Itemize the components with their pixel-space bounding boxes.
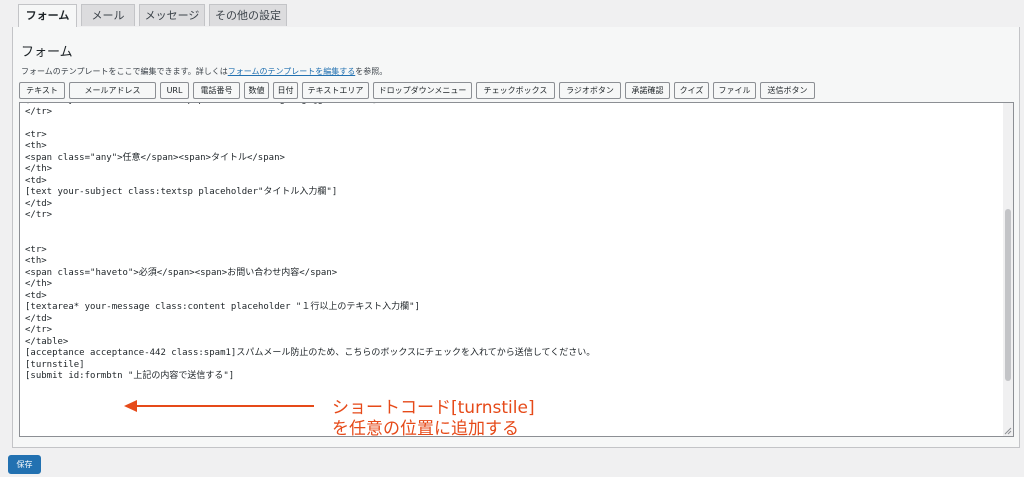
- editor-line: [text your-subject class:textsp placehol…: [25, 187, 338, 197]
- annotation-text: ショートコード[turnstile] を任意の位置に追加する: [332, 398, 535, 440]
- annotation-arrow-icon: [124, 400, 137, 412]
- annotation-arrow-line: [136, 405, 314, 407]
- tag-button-url[interactable]: URL: [160, 82, 189, 99]
- editor-line: <span class="haveto">必須</span><span>お問い合…: [25, 267, 338, 278]
- tag-button-quiz[interactable]: クイズ: [674, 82, 709, 99]
- tag-button-textarea[interactable]: テキストエリア: [302, 82, 369, 99]
- edit-template-link[interactable]: フォームのテンプレートを編集する: [228, 67, 356, 76]
- tag-button-number[interactable]: 数値: [244, 82, 269, 99]
- tag-button-submit[interactable]: 送信ボタン: [760, 82, 815, 99]
- editor-line: <td>: [25, 290, 47, 301]
- save-button[interactable]: 保存: [8, 455, 41, 474]
- tab-mail[interactable]: メール: [81, 4, 135, 26]
- editor-line: </table>: [25, 336, 69, 347]
- editor-line: </tr>: [25, 210, 53, 220]
- annotation-line-2: を任意の位置に追加する: [332, 419, 519, 439]
- editor-scrollbar[interactable]: [1003, 103, 1013, 436]
- resize-handle-icon[interactable]: [1004, 427, 1012, 435]
- tab-messages[interactable]: メッセージ: [139, 4, 205, 26]
- tag-button-checkbox[interactable]: チェックボックス: [476, 82, 555, 99]
- editor-line: <th>: [25, 256, 47, 266]
- editor-line: </tr>: [25, 325, 53, 335]
- editor-code[interactable]: [email* your-email class:mailsp placehol…: [25, 103, 596, 383]
- panel-title: フォーム: [21, 45, 73, 60]
- editor-line: <th>: [25, 141, 47, 151]
- form-template-editor[interactable]: [email* your-email class:mailsp placehol…: [19, 102, 1014, 437]
- tag-button-tel[interactable]: 電話番号: [193, 82, 240, 99]
- tab-other-settings[interactable]: その他の設定: [209, 4, 287, 26]
- editor-line: [submit id:formbtn "上記の内容で送信する"]: [25, 371, 235, 381]
- editor-line: </tr>: [25, 106, 53, 117]
- scrollbar-thumb[interactable]: [1005, 209, 1011, 381]
- tab-bar: フォーム メール メッセージ その他の設定: [12, 0, 1012, 28]
- description-text: フォームのテンプレートをここで編集できます。詳しくは: [21, 67, 228, 76]
- editor-line: </td>: [25, 198, 53, 209]
- editor-line: </th>: [25, 164, 53, 174]
- editor-line: [email* your-email class:mailsp placehol…: [25, 103, 404, 105]
- tag-button-file[interactable]: ファイル: [713, 82, 756, 99]
- tag-button-text[interactable]: テキスト: [19, 82, 65, 99]
- tag-button-dropdown[interactable]: ドロップダウンメニュー: [373, 82, 472, 99]
- form-panel: フォーム フォームのテンプレートをここで編集できます。詳しくはフォームのテンプレ…: [12, 27, 1020, 448]
- editor-line: [textarea* your-message class:content pl…: [25, 302, 420, 312]
- tag-button-email[interactable]: メールアドレス: [69, 82, 156, 99]
- panel-description: フォームのテンプレートをここで編集できます。詳しくはフォームのテンプレートを編集…: [21, 66, 387, 77]
- tab-form[interactable]: フォーム: [18, 4, 77, 28]
- annotation-line-1: ショートコード[turnstile]: [332, 398, 535, 418]
- editor-line: </th>: [25, 279, 53, 289]
- editor-line: <tr>: [25, 244, 47, 255]
- tag-button-radio[interactable]: ラジオボタン: [559, 82, 621, 99]
- editor-line: </td>: [25, 313, 53, 324]
- description-suffix: を参照。: [355, 67, 388, 76]
- editor-line: <tr>: [25, 129, 47, 140]
- editor-line: <td>: [25, 175, 47, 186]
- editor-line: [acceptance acceptance-442 class:spam1]ス…: [25, 348, 596, 358]
- editor-line: <span class="any">任意</span><span>タイトル</s…: [25, 152, 285, 163]
- tag-button-date[interactable]: 日付: [273, 82, 298, 99]
- tag-button-acceptance[interactable]: 承諾確認: [625, 82, 670, 99]
- editor-line: [turnstile]: [25, 359, 85, 370]
